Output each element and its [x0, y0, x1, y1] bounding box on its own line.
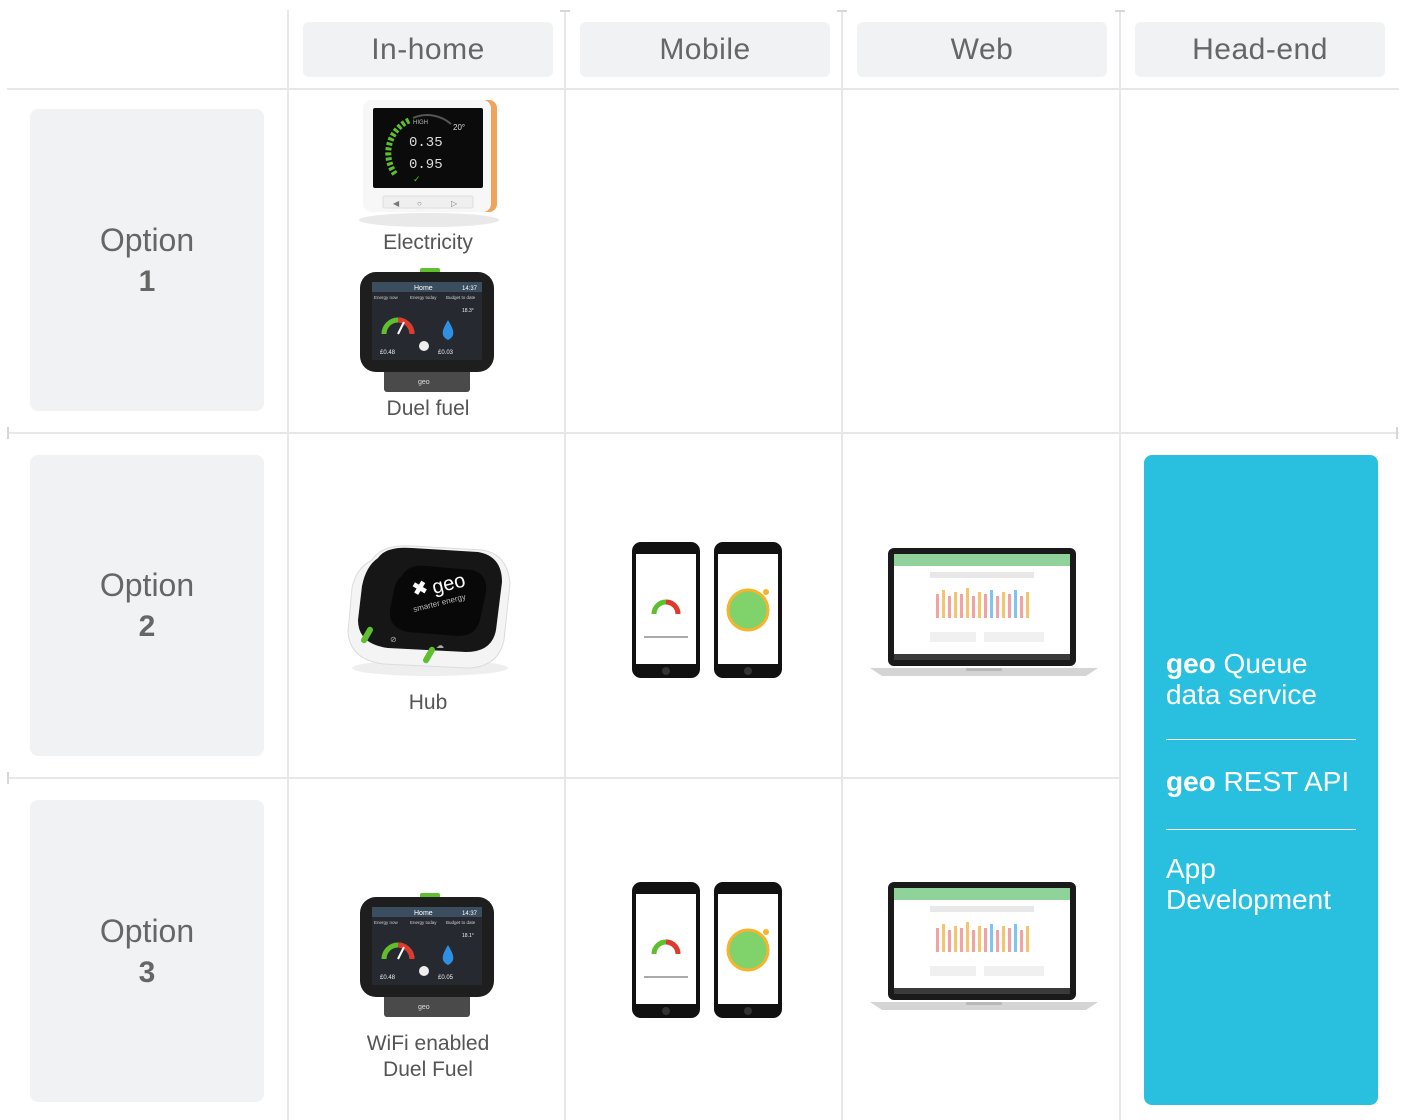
- tick-top-3: [837, 10, 847, 12]
- dual-fuel-display-image: Home 14:37 Energy now Energy today Budge…: [360, 268, 494, 392]
- head-end-queue-service: geo Queue data service: [1166, 648, 1317, 710]
- wifi-display-gas-value: £0.05: [438, 975, 454, 981]
- web-portal-image-option-3: [870, 882, 1098, 1010]
- hub-caption: Hub: [408, 691, 448, 714]
- grid-vline-3: [841, 10, 843, 1120]
- option-2-number: 2: [138, 610, 156, 643]
- option-1-box: Option 1: [30, 109, 264, 411]
- head-end-app-line-2: Development: [1166, 884, 1331, 915]
- head-end-panel: geo Queue data service geo REST API App …: [1144, 455, 1378, 1105]
- wifi-display-tab-3: Budget to date: [446, 920, 476, 925]
- svg-text:○: ○: [417, 199, 422, 208]
- option-3-number: 3: [138, 955, 156, 989]
- electricity-display-image: HIGH 0.35 0.95 20° ✓ ◀ ○ ▷: [359, 100, 499, 227]
- mobile-app-image-option-2: [632, 542, 782, 678]
- head-end-app-line-1: App: [1166, 853, 1216, 884]
- svg-text:✓: ✓: [413, 174, 421, 184]
- option-2-label: Option: [99, 567, 195, 603]
- grid-vline-4: [1119, 10, 1121, 1120]
- dual-fuel-tab-2: Energy today: [410, 295, 437, 300]
- wifi-display-time: 14:37: [462, 911, 478, 917]
- grid-vline-1: [287, 10, 289, 1120]
- wifi-display-tab-2: Energy today: [410, 920, 437, 925]
- dual-fuel-caption: Duel fuel: [386, 397, 470, 420]
- electricity-caption: Electricity: [383, 231, 473, 254]
- grid-hline-header: [7, 88, 1399, 90]
- wifi-display-elec-value: £0.48: [380, 975, 396, 981]
- dual-fuel-tab-3: Budget to date: [446, 295, 476, 300]
- dual-fuel-gas-value: £0.03: [438, 350, 454, 356]
- wifi-dual-fuel-display-image: Home 14:37 Energy now Energy today Budge…: [360, 893, 494, 1017]
- dual-fuel-elec-value: £0.48: [380, 350, 396, 356]
- svg-text:◀: ◀: [393, 199, 400, 208]
- dual-fuel-time: 14:37: [462, 286, 478, 292]
- svg-text:⊘: ⊘: [390, 635, 397, 644]
- head-end-rest-label: REST API: [1215, 766, 1350, 797]
- grid-vline-2: [564, 10, 566, 1120]
- wifi-display-tab-1: Energy now: [374, 920, 399, 925]
- option-3-box: Option 3: [30, 800, 264, 1102]
- option-3-label: Option: [99, 912, 195, 949]
- tick-top-2: [560, 10, 570, 12]
- grid-hline-2: [7, 777, 1120, 779]
- head-end-rest-brand: geo: [1166, 766, 1216, 797]
- option-2-box: Option 2: [30, 455, 264, 756]
- head-end-divider-2: [1166, 829, 1356, 830]
- column-header-head-end: Head-end: [1135, 22, 1385, 77]
- tick-top-4: [1115, 10, 1125, 12]
- web-portal-image-option-2: [870, 548, 1098, 676]
- option-1-label: Option: [99, 221, 195, 258]
- electricity-display-reading-2: 0.95: [409, 157, 443, 173]
- head-end-divider-1: [1166, 739, 1356, 740]
- wifi-display-screen-title: Home: [414, 910, 433, 917]
- head-end-queue-label-line-2: data service: [1166, 679, 1317, 710]
- wifi-display-temp: 18.1°: [462, 933, 474, 939]
- svg-text:☁: ☁: [436, 641, 444, 650]
- grid-hline-1: [7, 432, 1399, 434]
- head-end-queue-label: Queue: [1215, 648, 1308, 679]
- column-header-mobile: Mobile: [580, 22, 830, 77]
- dual-fuel-screen-title: Home: [414, 285, 433, 292]
- tick-right-1: [1396, 427, 1398, 439]
- dual-fuel-temp: 18.3°: [462, 308, 474, 314]
- column-header-web: Web: [857, 22, 1107, 77]
- column-header-in-home: In-home: [303, 22, 553, 77]
- hub-image: ✖ geo smarter energy ⊘ ☁: [347, 545, 511, 676]
- svg-text:▷: ▷: [451, 199, 458, 208]
- electricity-display-reading-1: 0.35: [409, 135, 443, 151]
- dual-fuel-brand: geo: [418, 379, 430, 386]
- head-end-rest-api: geo REST API: [1166, 766, 1349, 797]
- mobile-app-image-option-3: [632, 882, 782, 1018]
- electricity-display-screen-top: HIGH: [413, 120, 428, 126]
- tick-left-2: [7, 772, 9, 784]
- tick-left-1: [7, 427, 9, 439]
- wifi-display-caption-line-1: WiFi enabled: [366, 1032, 490, 1055]
- head-end-queue-brand: geo: [1166, 648, 1216, 679]
- electricity-display-temp: 20°: [453, 123, 465, 132]
- wifi-display-caption-line-2: Duel Fuel: [383, 1058, 473, 1081]
- head-end-app-development: App Development: [1166, 853, 1331, 915]
- dual-fuel-tab-1: Energy now: [374, 295, 399, 300]
- wifi-display-brand: geo: [418, 1004, 430, 1011]
- option-1-number: 1: [138, 264, 156, 298]
